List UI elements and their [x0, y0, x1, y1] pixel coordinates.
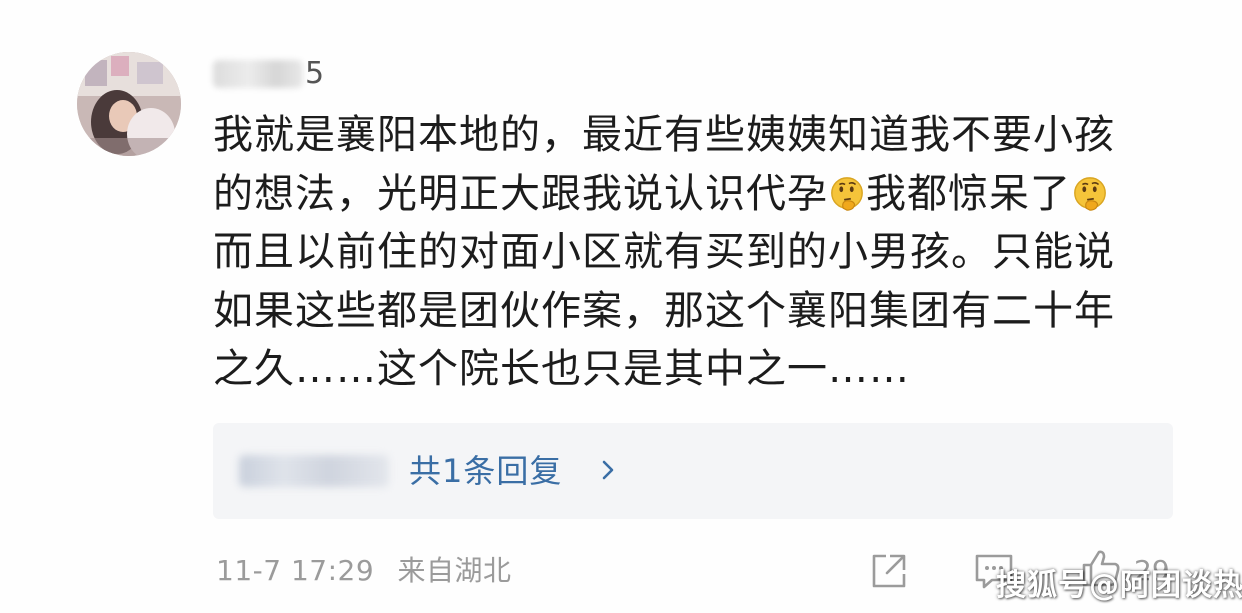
- replies-preview[interactable]: 共1条回复: [213, 423, 1173, 519]
- timestamp: 11-7 17:29: [216, 554, 375, 587]
- username-redacted: [213, 60, 303, 88]
- comment-line: 我就是襄阳本地的，最近有些姨姨知道我不要小孩: [213, 112, 1115, 158]
- username-visible-suffix: 5: [305, 56, 325, 91]
- comment-card: 5 我就是襄阳本地的，最近有些姨姨知道我不要小孩 的想法，光明正大跟我说认识代孕…: [0, 0, 1242, 613]
- comment-line-text: 我都惊呆了: [866, 170, 1071, 217]
- chevron-right-icon[interactable]: [597, 454, 621, 486]
- username[interactable]: 5: [213, 56, 324, 92]
- thinking-face-emoji-icon: [831, 176, 863, 211]
- comment-line: 的想法，光明正大跟我说认识代孕 我都惊呆了: [213, 165, 1178, 224]
- avatar[interactable]: [77, 52, 181, 156]
- comment-meta: 11-7 17:29 来自湖北: [216, 553, 512, 589]
- comment-line: 如果这些都是团伙作案，那这个襄阳集团有二十年: [213, 287, 1115, 334]
- comment-line: 而且以前住的对面小区就有买到的小男孩。只能说: [213, 229, 1115, 275]
- avatar-image: [77, 52, 181, 156]
- comment-line: 之久……这个院长也只是其中之一……: [213, 346, 910, 392]
- thinking-face-emoji-icon: [1074, 176, 1106, 211]
- comment-body: 我就是襄阳本地的，最近有些姨姨知道我不要小孩 的想法，光明正大跟我说认识代孕 我都…: [213, 106, 1178, 399]
- reply-count-link[interactable]: 共1条回复: [409, 450, 562, 492]
- share-icon[interactable]: [868, 550, 910, 592]
- reply-author-redacted: [239, 455, 389, 487]
- comment-line-text: 的想法，光明正大跟我说认识代孕: [213, 170, 828, 217]
- source-watermark: 搜狐号@阿团谈热点: [996, 568, 1242, 603]
- location: 来自湖北: [397, 554, 512, 587]
